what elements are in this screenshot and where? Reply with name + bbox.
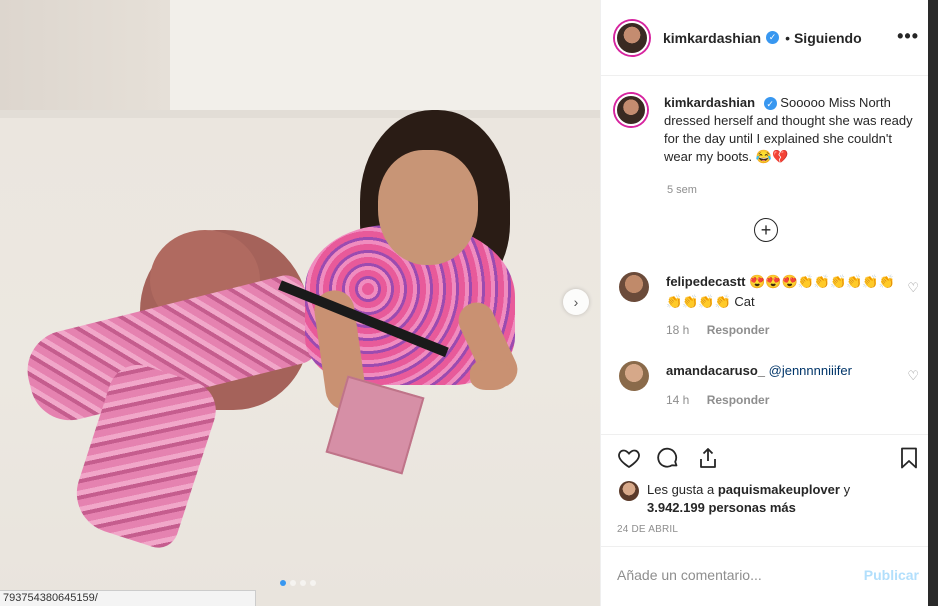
likes-username[interactable]: paquismakeuplover xyxy=(718,482,840,497)
header-username[interactable]: kimkardashian xyxy=(663,30,761,46)
photo-girl-hand xyxy=(470,360,510,390)
load-more-comments-icon[interactable]: + xyxy=(754,218,778,242)
likes-conjunction: y xyxy=(843,482,851,497)
post-photo[interactable]: › 793754380645159/ xyxy=(0,0,600,606)
comment-username[interactable]: felipedecastt xyxy=(666,274,745,289)
avatar[interactable] xyxy=(619,481,639,501)
avatar[interactable] xyxy=(619,272,649,302)
photo-wall-left xyxy=(0,0,170,115)
verified-badge-icon: ✓ xyxy=(763,97,777,111)
like-comment-heart-icon[interactable]: ♡ xyxy=(907,368,919,384)
post-action-bar xyxy=(601,434,938,484)
chevron-right-icon: › xyxy=(573,294,579,310)
carousel-dot xyxy=(300,580,306,586)
like-comment-heart-icon[interactable]: ♡ xyxy=(907,280,919,296)
comment-input[interactable] xyxy=(617,567,847,583)
post-side-panel: kimkardashian ✓ • Siguiendo ••• kimkarda… xyxy=(600,0,938,606)
comment-body: amandacaruso_ @jennnnniiifer xyxy=(666,361,896,381)
post-caption: kimkardashian ✓ Sooooo Miss North dresse… xyxy=(615,94,925,166)
publish-button[interactable]: Publicar xyxy=(864,567,919,583)
comment-meta: 18 h Responder xyxy=(666,323,783,337)
comment-item: felipedecastt 😍😍😍👏👏👏👏👏👏👏👏👏👏 Cat ♡ 18 h R… xyxy=(619,272,919,342)
instagram-post-modal: › 793754380645159/ kimkardashian ✓ • Sig… xyxy=(0,0,938,606)
likes-count[interactable]: 3.942.199 personas más xyxy=(647,500,796,515)
next-photo-button[interactable]: › xyxy=(563,289,589,315)
comment-mention-link[interactable]: @jennnnniiifer xyxy=(769,363,852,378)
carousel-dots xyxy=(280,580,316,586)
reply-button[interactable]: Responder xyxy=(707,323,770,337)
photo-girl-face xyxy=(378,150,478,265)
carousel-dot xyxy=(310,580,316,586)
reply-button[interactable]: Responder xyxy=(707,393,770,407)
browser-status-url: 793754380645159/ xyxy=(0,590,256,606)
photo-wall xyxy=(170,0,600,110)
comment-body: felipedecastt 😍😍😍👏👏👏👏👏👏👏👏👏👏 Cat xyxy=(666,272,896,312)
comment-bubble-icon[interactable] xyxy=(656,446,680,477)
carousel-dot xyxy=(280,580,286,586)
share-icon[interactable] xyxy=(696,446,720,477)
avatar[interactable] xyxy=(615,20,649,55)
comment-meta: 14 h Responder xyxy=(666,393,783,407)
post-header: kimkardashian ✓ • Siguiendo ••• xyxy=(601,0,938,76)
likes-text: Les gusta a paquismakeuplover y 3.942.19… xyxy=(647,481,850,517)
comment-time[interactable]: 14 h xyxy=(666,393,689,407)
separator-dot: • xyxy=(785,29,790,46)
avatar[interactable] xyxy=(615,94,647,126)
bookmark-icon[interactable] xyxy=(897,446,921,477)
caption-text: kimkardashian ✓ Sooooo Miss North dresse… xyxy=(664,94,914,166)
post-date[interactable]: 24 DE ABRIL xyxy=(617,524,678,535)
caption-timestamp[interactable]: 5 sem xyxy=(667,184,697,196)
caption-username[interactable]: kimkardashian xyxy=(664,95,755,110)
add-comment-bar: Publicar xyxy=(601,546,938,606)
comment-time[interactable]: 18 h xyxy=(666,323,689,337)
carousel-dot xyxy=(290,580,296,586)
following-button[interactable]: Siguiendo xyxy=(794,30,862,46)
likes-summary: Les gusta a paquismakeuplover y 3.942.19… xyxy=(619,481,850,517)
likes-prefix: Les gusta a xyxy=(647,482,715,497)
photo-floor-edge xyxy=(0,110,600,118)
more-dots-icon[interactable]: ••• xyxy=(897,26,919,47)
comment-username[interactable]: amandacaruso_ xyxy=(666,363,765,378)
verified-badge-icon: ✓ xyxy=(766,31,780,44)
avatar[interactable] xyxy=(619,361,649,391)
like-heart-icon[interactable] xyxy=(617,446,641,477)
background-overlay-edge xyxy=(928,0,938,606)
comment-item: amandacaruso_ @jennnnniiifer ♡ 14 h Resp… xyxy=(619,361,919,411)
